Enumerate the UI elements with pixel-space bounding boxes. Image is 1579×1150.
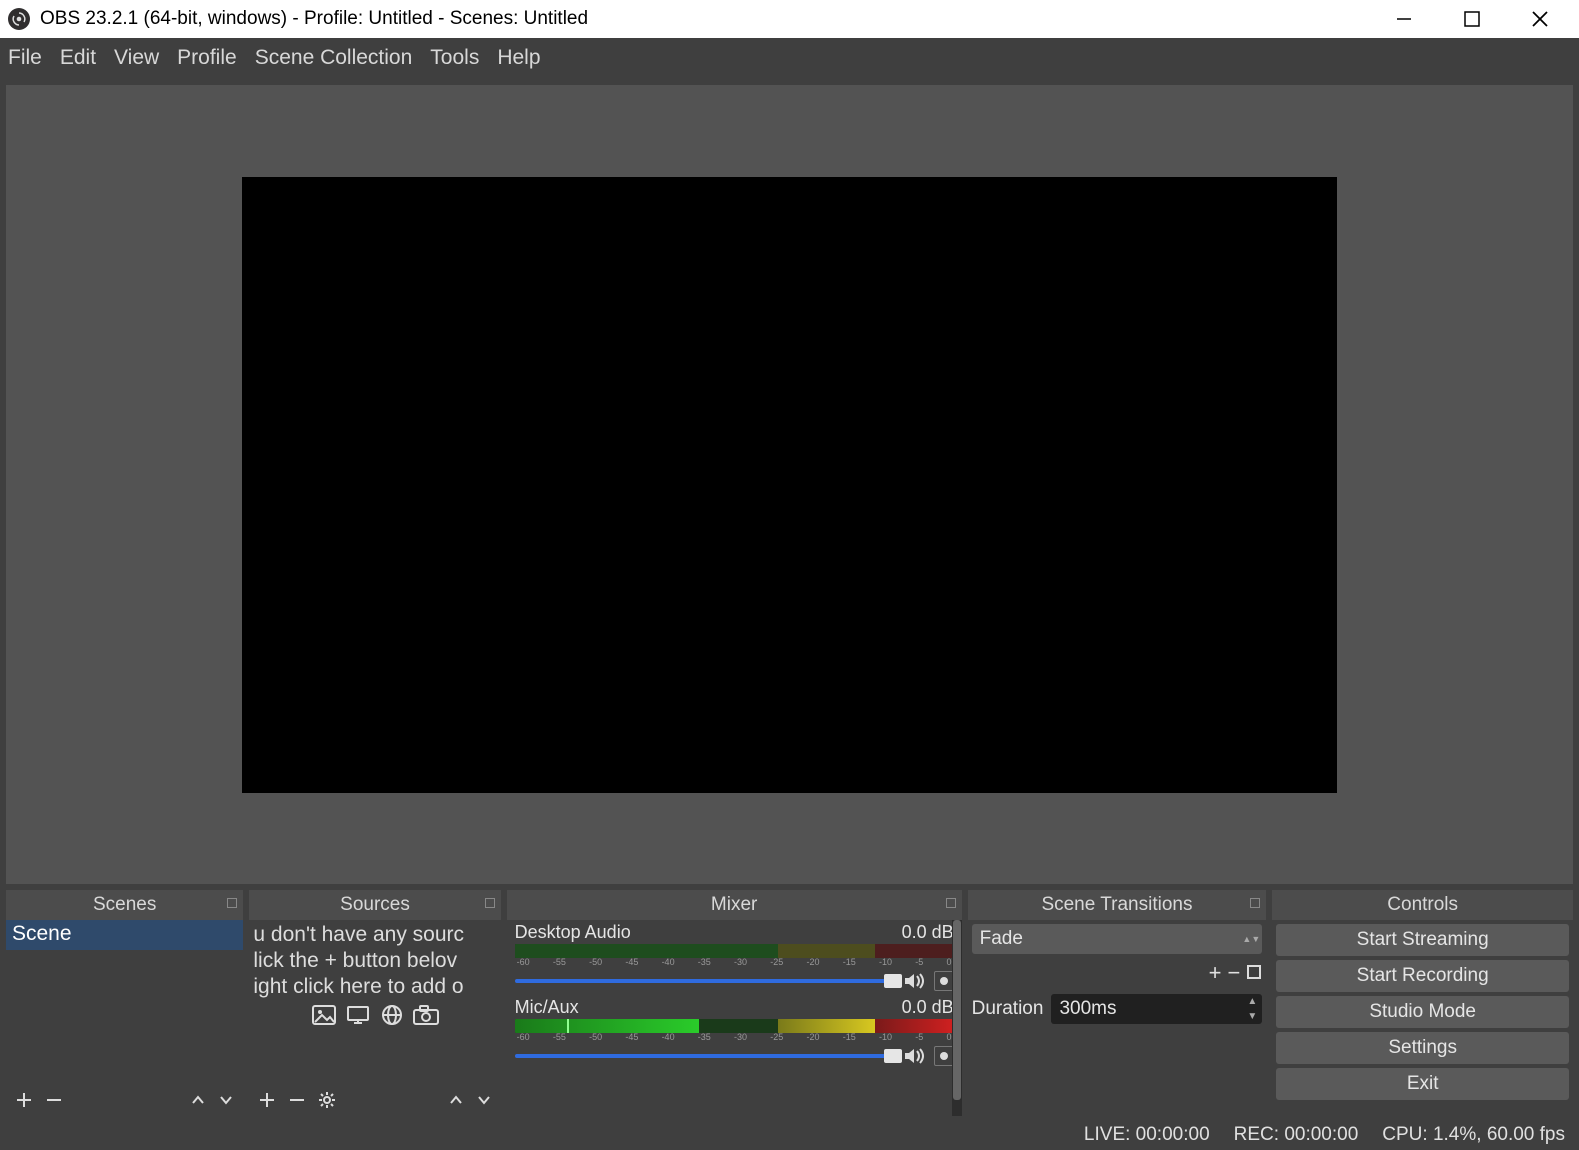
menu-tools[interactable]: Tools bbox=[430, 46, 479, 70]
sources-popout-icon[interactable] bbox=[485, 898, 495, 908]
display-source-icon bbox=[345, 1004, 371, 1026]
mixer-channel-level: 0.0 dB bbox=[902, 997, 954, 1018]
scenes-toolbar bbox=[6, 1084, 243, 1116]
menu-view[interactable]: View bbox=[114, 46, 159, 70]
mixer-channel-mic: Mic/Aux 0.0 dB -60-55-50-45-40-35-30-25-… bbox=[507, 995, 962, 1070]
mixer-body: Desktop Audio 0.0 dB -60-55-50-45-40-35-… bbox=[507, 920, 962, 1116]
mixer-meter bbox=[515, 1019, 954, 1033]
transition-properties-button[interactable] bbox=[1246, 960, 1262, 986]
status-bar: LIVE: 00:00:00 REC: 00:00:00 CPU: 1.4%, … bbox=[0, 1120, 1579, 1150]
transitions-header[interactable]: Scene Transitions bbox=[968, 890, 1267, 920]
mixer-dock: Mixer Desktop Audio 0.0 dB -60-55-50-45-… bbox=[507, 890, 962, 1116]
mixer-channel-name: Mic/Aux bbox=[515, 997, 579, 1018]
transitions-dock: Scene Transitions Fade ▲▼ + − Duration 3… bbox=[968, 890, 1267, 1116]
scene-add-button[interactable] bbox=[16, 1092, 32, 1108]
scenes-dock: Scenes Scene bbox=[6, 890, 243, 1116]
menu-help[interactable]: Help bbox=[497, 46, 540, 70]
start-streaming-button[interactable]: Start Streaming bbox=[1276, 924, 1569, 956]
maximize-button[interactable] bbox=[1451, 4, 1493, 34]
speaker-icon[interactable] bbox=[904, 1047, 926, 1065]
mixer-channel-menu-button[interactable] bbox=[934, 971, 954, 991]
transition-selected-label: Fade bbox=[980, 928, 1023, 950]
menu-edit[interactable]: Edit bbox=[60, 46, 96, 70]
source-move-up-button[interactable] bbox=[449, 1093, 463, 1107]
menu-file[interactable]: File bbox=[8, 46, 42, 70]
mixer-title: Mixer bbox=[711, 894, 757, 916]
window-title: OBS 23.2.1 (64-bit, windows) - Profile: … bbox=[40, 8, 1383, 30]
mixer-channel-level: 0.0 dB bbox=[902, 922, 954, 943]
obs-logo-icon bbox=[8, 8, 30, 30]
mixer-ticks: -60-55-50-45-40-35-30-25-20-15-10-50 bbox=[515, 957, 954, 967]
transitions-body: Fade ▲▼ + − Duration 300ms ▲▼ bbox=[968, 920, 1267, 1116]
image-source-icon bbox=[311, 1004, 337, 1026]
mixer-volume-slider[interactable] bbox=[515, 1054, 896, 1058]
mixer-channel-desktop: Desktop Audio 0.0 dB -60-55-50-45-40-35-… bbox=[507, 920, 962, 995]
sources-placeholder-line: lick the + button belov bbox=[253, 948, 496, 974]
sources-placeholder-line: u don't have any sourc bbox=[253, 922, 496, 948]
status-cpu: CPU: 1.4%, 60.00 fps bbox=[1382, 1124, 1565, 1146]
window-titlebar: OBS 23.2.1 (64-bit, windows) - Profile: … bbox=[0, 0, 1579, 38]
transition-select-spinner[interactable]: ▲▼ bbox=[1244, 927, 1258, 951]
duration-input[interactable]: 300ms ▲▼ bbox=[1051, 994, 1262, 1024]
controls-header[interactable]: Controls bbox=[1272, 890, 1573, 920]
sources-toolbar bbox=[249, 1084, 500, 1116]
sources-placeholder-line: ight click here to add o bbox=[253, 974, 496, 1000]
browser-source-icon bbox=[379, 1004, 405, 1026]
transition-add-button[interactable]: + bbox=[1209, 960, 1222, 986]
preview-canvas[interactable] bbox=[242, 177, 1337, 793]
transitions-title: Scene Transitions bbox=[1041, 894, 1192, 916]
exit-button[interactable]: Exit bbox=[1276, 1068, 1569, 1100]
transitions-popout-icon[interactable] bbox=[1250, 898, 1260, 908]
status-rec: REC: 00:00:00 bbox=[1234, 1124, 1359, 1146]
sources-placeholder: u don't have any sourc lick the + button… bbox=[249, 920, 500, 1028]
sources-list[interactable]: u don't have any sourc lick the + button… bbox=[249, 920, 500, 1084]
minimize-button[interactable] bbox=[1383, 4, 1425, 34]
duration-spinner[interactable]: ▲▼ bbox=[1244, 996, 1260, 1022]
menu-scene-collection[interactable]: Scene Collection bbox=[255, 46, 413, 70]
duration-value: 300ms bbox=[1059, 998, 1116, 1020]
close-button[interactable] bbox=[1519, 4, 1561, 34]
docks-row: Scenes Scene Sources u don't h bbox=[0, 890, 1579, 1120]
sources-title: Sources bbox=[340, 894, 410, 916]
mixer-header[interactable]: Mixer bbox=[507, 890, 962, 920]
preview-area bbox=[6, 85, 1573, 884]
mixer-ticks: -60-55-50-45-40-35-30-25-20-15-10-50 bbox=[515, 1032, 954, 1042]
transition-select[interactable]: Fade ▲▼ bbox=[972, 924, 1263, 954]
scene-move-down-button[interactable] bbox=[219, 1093, 233, 1107]
source-remove-button[interactable] bbox=[289, 1092, 305, 1108]
mixer-scrollbar[interactable] bbox=[952, 920, 962, 1116]
controls-title: Controls bbox=[1387, 894, 1458, 916]
mixer-popout-icon[interactable] bbox=[946, 898, 956, 908]
scenes-popout-icon[interactable] bbox=[227, 898, 237, 908]
menubar: File Edit View Profile Scene Collection … bbox=[0, 38, 1579, 77]
scene-move-up-button[interactable] bbox=[191, 1093, 205, 1107]
speaker-icon[interactable] bbox=[904, 972, 926, 990]
duration-label: Duration bbox=[972, 998, 1044, 1020]
sources-header[interactable]: Sources bbox=[249, 890, 500, 920]
scenes-list[interactable]: Scene bbox=[6, 920, 243, 1084]
camera-source-icon bbox=[413, 1004, 439, 1026]
source-add-button[interactable] bbox=[259, 1092, 275, 1108]
scenes-header[interactable]: Scenes bbox=[6, 890, 243, 920]
scene-item[interactable]: Scene bbox=[6, 920, 243, 950]
scenes-title: Scenes bbox=[93, 894, 156, 916]
transition-remove-button[interactable]: − bbox=[1227, 960, 1240, 986]
status-live: LIVE: 00:00:00 bbox=[1084, 1124, 1210, 1146]
mixer-meter bbox=[515, 944, 954, 958]
source-properties-button[interactable] bbox=[319, 1092, 335, 1108]
menu-profile[interactable]: Profile bbox=[177, 46, 237, 70]
obs-main-window: OBS 23.2.1 (64-bit, windows) - Profile: … bbox=[0, 0, 1579, 1150]
source-move-down-button[interactable] bbox=[477, 1093, 491, 1107]
studio-mode-button[interactable]: Studio Mode bbox=[1276, 996, 1569, 1028]
start-recording-button[interactable]: Start Recording bbox=[1276, 960, 1569, 992]
controls-body: Start Streaming Start Recording Studio M… bbox=[1272, 920, 1573, 1116]
mixer-channel-name: Desktop Audio bbox=[515, 922, 631, 943]
mixer-channel-menu-button[interactable] bbox=[934, 1046, 954, 1066]
settings-button[interactable]: Settings bbox=[1276, 1032, 1569, 1064]
controls-dock: Controls Start Streaming Start Recording… bbox=[1272, 890, 1573, 1116]
sources-dock: Sources u don't have any sourc lick the … bbox=[249, 890, 500, 1116]
scene-remove-button[interactable] bbox=[46, 1092, 62, 1108]
mixer-volume-slider[interactable] bbox=[515, 979, 896, 983]
